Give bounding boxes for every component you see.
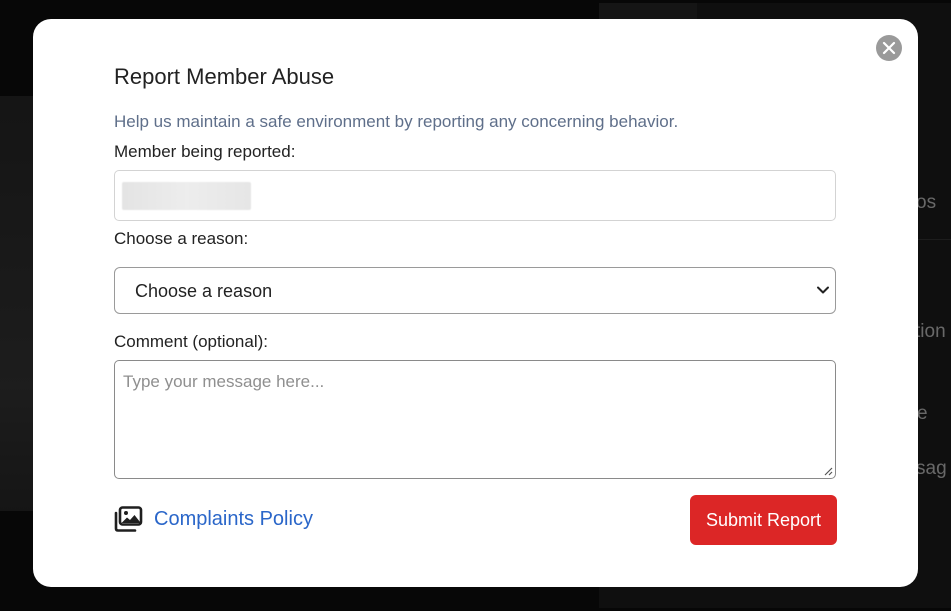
modal-title: Report Member Abuse: [114, 64, 335, 89]
comment-placeholder: Type your message here...: [123, 372, 325, 391]
reason-select-value: Choose a reason: [135, 281, 273, 301]
member-label: Member being reported:: [114, 142, 296, 161]
modal-subtitle: Help us maintain a safe environment by r…: [114, 112, 679, 131]
member-field[interactable]: [114, 170, 836, 221]
reason-label: Choose a reason:: [114, 229, 249, 248]
redacted-member-name: [122, 182, 251, 210]
comment-textarea[interactable]: Type your message here...: [114, 360, 836, 479]
report-abuse-modal: Report Member Abuse Help us maintain a s…: [33, 19, 918, 587]
close-button[interactable]: [876, 35, 902, 61]
reason-select[interactable]: Choose a reason: [114, 267, 836, 314]
comment-label: Comment (optional):: [114, 332, 269, 351]
images-icon: [114, 506, 143, 532]
complaints-policy-link[interactable]: Complaints Policy: [114, 506, 313, 532]
submit-report-button[interactable]: Submit Report: [690, 495, 837, 545]
chevron-down-icon: [817, 286, 829, 294]
resize-handle-icon[interactable]: [823, 466, 833, 476]
complaints-policy-text: Complaints Policy: [154, 507, 313, 530]
close-icon: [882, 41, 896, 55]
